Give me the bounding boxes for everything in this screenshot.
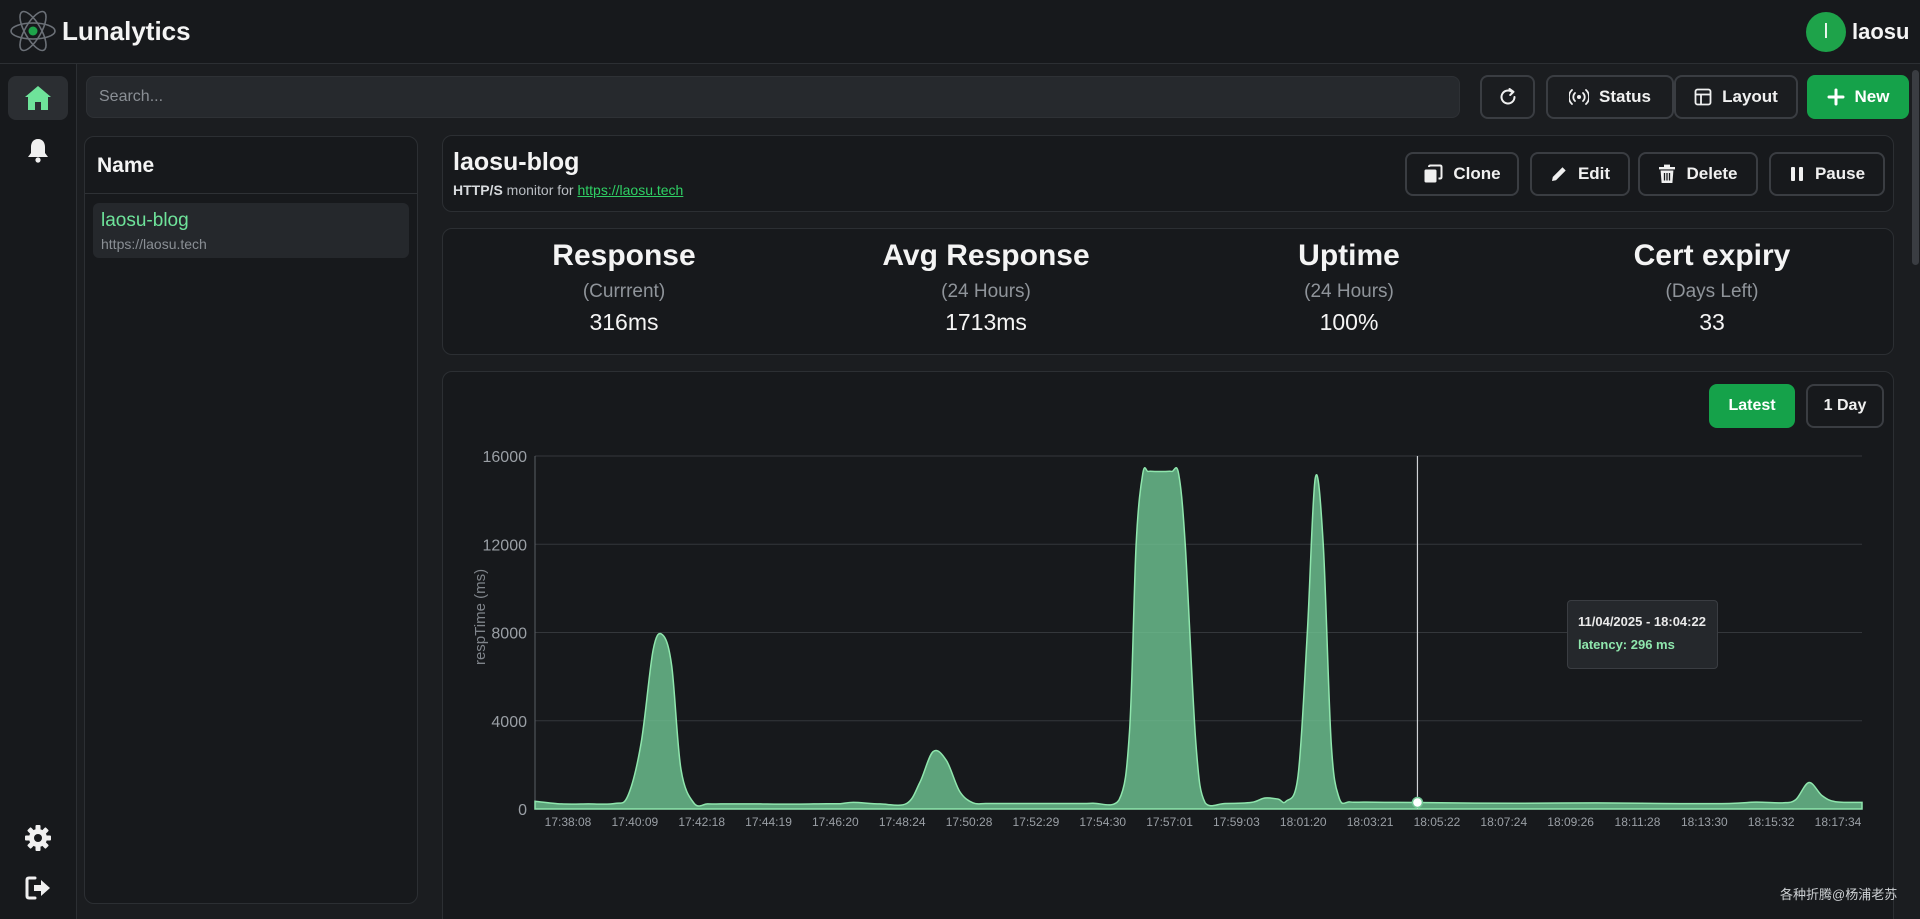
atom-logo-icon [10, 10, 56, 52]
sign-out-icon [25, 876, 50, 900]
list-item[interactable]: laosu-blog https://laosu.tech [93, 203, 409, 258]
nav-notifications-button[interactable] [8, 128, 68, 172]
monitor-subtitle: HTTP/S monitor for https://laosu.tech [453, 182, 683, 198]
stat-cert-expiry: Cert expiry (Days Left) 33 [1562, 239, 1862, 336]
monitor-header-card: laosu-blog HTTP/S monitor for https://la… [442, 135, 1894, 212]
stat-value: 100% [1319, 309, 1379, 335]
stat-value: 1713ms [945, 309, 1027, 335]
nav-home-button[interactable] [8, 76, 68, 120]
bell-icon [28, 139, 48, 163]
layout-button[interactable]: Layout [1674, 75, 1798, 119]
new-button-label: New [1854, 87, 1890, 106]
list-item-url: https://laosu.tech [101, 236, 207, 252]
delete-button-label: Delete [1686, 164, 1738, 183]
monitor-type: HTTP/S [453, 182, 503, 198]
monitor-url-link[interactable]: https://laosu.tech [577, 182, 683, 198]
plus-icon [1827, 88, 1845, 106]
clone-button-label: Clone [1453, 164, 1501, 183]
nav-settings-button[interactable] [8, 816, 68, 860]
stat-uptime: Uptime (24 Hours) 100% [1199, 239, 1499, 336]
stats-card: Response (Currrent) 316ms Avg Response (… [442, 228, 1894, 355]
list-item-name: laosu-blog [101, 210, 189, 231]
scrollbar-thumb[interactable] [1912, 70, 1919, 265]
username[interactable]: laosu [1852, 19, 1909, 45]
delete-button[interactable]: Delete [1638, 152, 1758, 196]
stat-response: Response (Currrent) 316ms [474, 239, 774, 336]
broadcast-icon [1569, 89, 1590, 105]
left-rail [0, 64, 77, 919]
edit-button-label: Edit [1577, 164, 1611, 183]
stat-subtitle: (Currrent) [582, 281, 666, 302]
range-1day-button[interactable]: 1 Day [1806, 384, 1884, 428]
search-input[interactable] [86, 76, 1460, 118]
chart-tooltip: 11/04/2025 - 18:04:22 latency: 296 ms [1567, 600, 1718, 669]
monitor-title: laosu-blog [453, 148, 580, 176]
pause-button[interactable]: Pause [1769, 152, 1885, 196]
tooltip-date: 11/04/2025 - 18:04:22 [1578, 614, 1706, 629]
refresh-button[interactable] [1480, 75, 1535, 119]
refresh-icon [1500, 88, 1515, 105]
clone-button[interactable]: Clone [1405, 152, 1519, 196]
stat-subtitle: (24 Hours) [1304, 281, 1394, 302]
stat-title: Response [552, 239, 696, 272]
stat-title: Cert expiry [1633, 239, 1791, 272]
nav-sign-out-button[interactable] [8, 866, 68, 910]
stat-avg-response: Avg Response (24 Hours) 1713ms [836, 239, 1136, 336]
pause-button-label: Pause [1814, 164, 1866, 183]
stat-value: 316ms [589, 309, 659, 335]
stat-subtitle: (Days Left) [1665, 281, 1759, 302]
layout-icon [1694, 88, 1712, 106]
app-brand: Lunalytics [62, 16, 191, 46]
stat-subtitle: (24 Hours) [941, 281, 1031, 302]
stat-title: Avg Response [882, 239, 1090, 272]
top-bar: Lunalytics l laosu [0, 0, 1920, 64]
gear-icon [25, 825, 51, 851]
layout-button-label: Layout [1722, 87, 1778, 106]
tooltip-latency: latency: 296 ms [1578, 637, 1675, 652]
pencil-icon [1551, 167, 1566, 181]
trash-icon [1659, 164, 1676, 183]
copy-icon [1424, 164, 1443, 183]
new-monitor-button[interactable]: New [1807, 75, 1909, 119]
monitor-list-panel: Name laosu-blog https://laosu.tech [84, 136, 418, 904]
stat-title: Uptime [1298, 239, 1400, 272]
stat-value: 33 [1699, 309, 1725, 335]
status-button-label: Status [1599, 87, 1651, 106]
watermark-text: 各种折腾@杨浦老苏 [1780, 887, 1898, 902]
divider [85, 193, 417, 194]
status-button[interactable]: Status [1546, 75, 1674, 119]
list-header: Name [97, 154, 155, 177]
monitor-for-text: monitor for [506, 182, 574, 198]
pause-icon [1790, 167, 1803, 181]
edit-button[interactable]: Edit [1530, 152, 1630, 196]
range-latest-button[interactable]: Latest [1709, 384, 1795, 428]
home-icon [25, 86, 51, 110]
avatar[interactable]: l [1806, 12, 1846, 52]
